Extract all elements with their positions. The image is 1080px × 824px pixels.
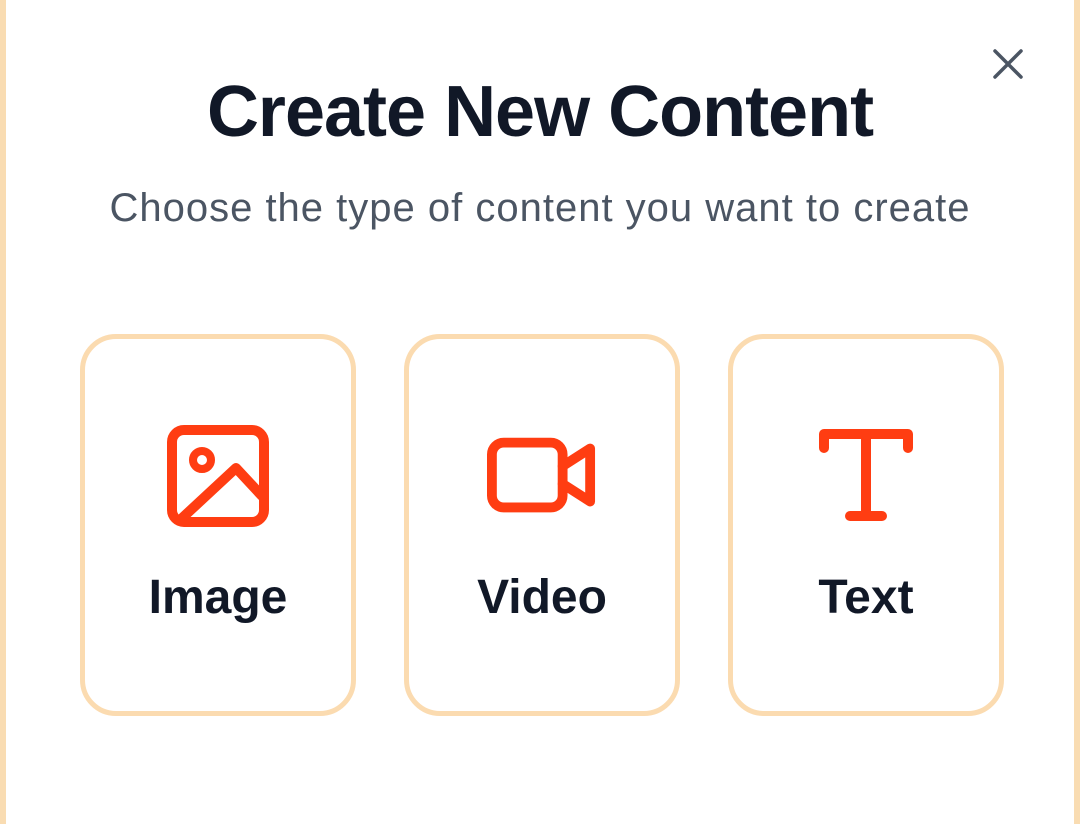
image-icon: [163, 421, 273, 531]
create-content-dialog: Create New Content Choose the type of co…: [0, 0, 1080, 824]
dialog-title: Create New Content: [206, 72, 874, 152]
image-option-card[interactable]: Image: [80, 334, 356, 716]
text-option-card[interactable]: Text: [728, 334, 1004, 716]
video-camera-icon: [487, 421, 597, 531]
content-type-options: Image Video Text: [80, 334, 1004, 716]
image-option-label: Image: [148, 571, 288, 624]
dialog-subtitle: Choose the type of content you want to c…: [109, 186, 971, 230]
video-option-card[interactable]: Video: [404, 334, 680, 716]
text-type-icon: [811, 421, 921, 531]
text-option-label: Text: [818, 571, 914, 624]
video-option-label: Video: [477, 571, 607, 624]
